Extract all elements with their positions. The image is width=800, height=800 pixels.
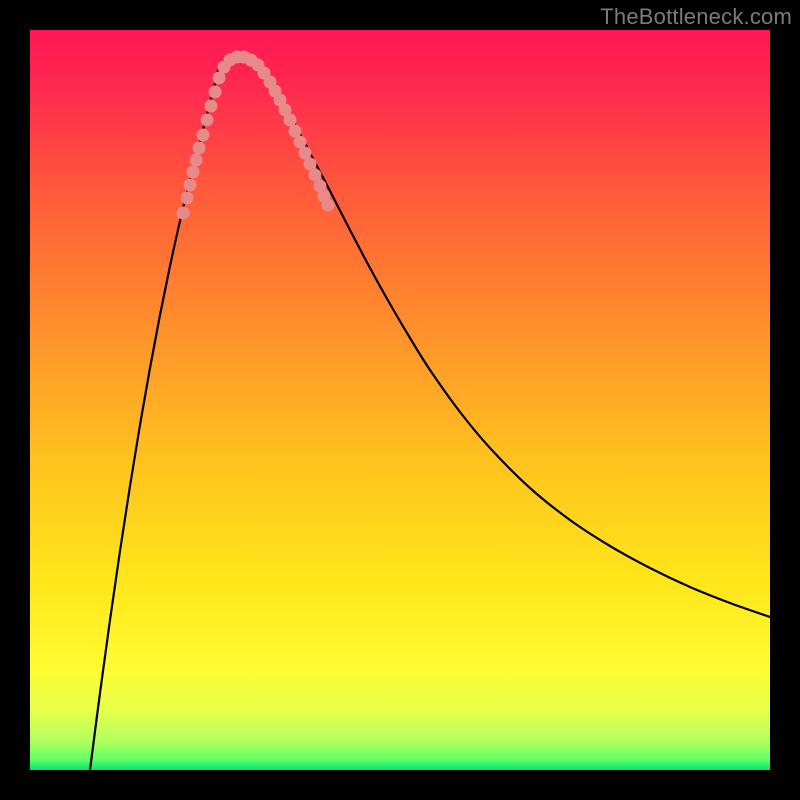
highlight-dot [205, 100, 218, 113]
gradient-background [30, 30, 770, 770]
highlight-dot [190, 154, 203, 167]
watermark-text: TheBottleneck.com [600, 4, 792, 30]
highlight-dot [322, 199, 335, 212]
highlight-dot [187, 166, 200, 179]
highlight-dot [181, 192, 194, 205]
highlight-dot [201, 114, 214, 127]
highlight-dot [209, 86, 222, 99]
chart-svg [30, 30, 770, 770]
highlight-dot [193, 142, 206, 155]
highlight-dot [197, 129, 210, 142]
chart-frame: TheBottleneck.com [0, 0, 800, 800]
plot-area [30, 30, 770, 770]
highlight-dot [184, 179, 197, 192]
highlight-dot [177, 207, 190, 220]
